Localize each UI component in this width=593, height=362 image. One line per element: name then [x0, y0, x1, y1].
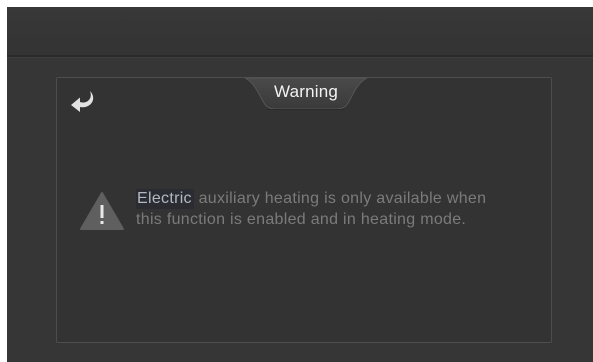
top-bar: [7, 7, 593, 55]
warning-triangle-icon: [79, 191, 125, 231]
warning-message: Electric auxiliary heating is only avail…: [136, 188, 536, 230]
highlighted-word: Electric: [136, 189, 194, 209]
message-line-1-rest: auxiliary heating is only available when: [193, 190, 487, 207]
back-arrow-icon: [71, 91, 94, 112]
hmi-screen: [7, 7, 593, 362]
message-line-2: this function is enabled and in heating …: [136, 211, 467, 228]
dialog-title: Warning: [273, 82, 339, 101]
message-line-1: Electric auxiliary heating is only avail…: [136, 188, 536, 209]
back-button[interactable]: [69, 88, 97, 116]
top-bar-divider: [7, 55, 593, 57]
dialog-title-tab: Warning: [245, 71, 367, 111]
